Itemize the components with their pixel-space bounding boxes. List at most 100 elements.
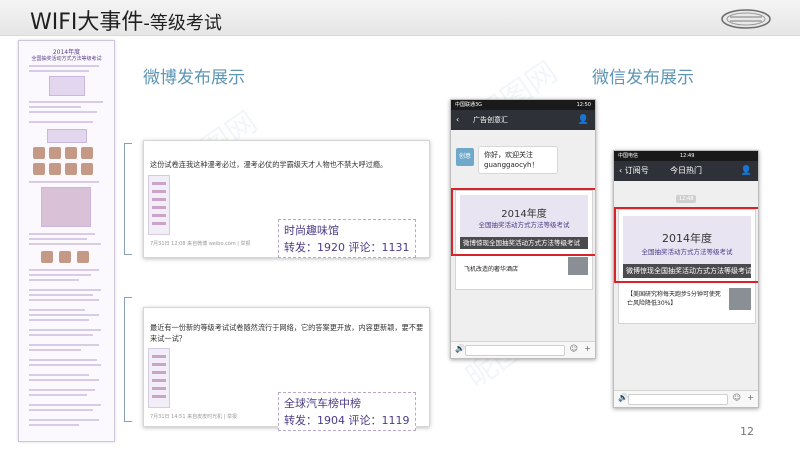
bracket-line [124, 143, 132, 255]
weibo-post-card[interactable]: 这份试卷连我这种漫考必过，漫考必仗的学霸级天才人物也不禁大呼过瘾。 7月31日 … [143, 140, 430, 258]
back-button[interactable]: ‹ 订阅号 [619, 161, 649, 181]
chat-nav-bar: ‹ 订阅号 今日热门 👤 [614, 161, 758, 181]
comment-count: 评论：1119 [348, 414, 410, 427]
text-line [29, 379, 99, 381]
page-number: 12 [740, 425, 754, 438]
back-label: 订阅号 [624, 166, 649, 175]
plus-icon[interactable]: + [747, 393, 754, 402]
comment-count: 评论：1131 [348, 241, 410, 254]
repost-count: 转发：1920 [284, 241, 345, 254]
image-block [49, 76, 85, 96]
article-thumb[interactable] [729, 288, 751, 310]
image-block [47, 129, 87, 143]
carrier-label: 中国联通3G [455, 102, 483, 108]
chat-title: 今日热门 [670, 166, 702, 175]
plus-icon[interactable]: + [584, 344, 591, 353]
text-line [29, 364, 101, 366]
text-line [29, 233, 95, 235]
text-line [29, 334, 93, 336]
status-bar: 中国电信 12:49 [614, 151, 758, 161]
text-line [29, 299, 99, 301]
text-line [29, 181, 99, 183]
source-account: 时尚趣味馆 [284, 224, 339, 237]
post-stats: 全球汽车榜中榜 转发：1904 评论：1119 [278, 392, 416, 431]
text-line [29, 309, 85, 311]
text-line [29, 344, 99, 346]
clock: 12:50 [576, 102, 591, 108]
text-line [29, 314, 99, 316]
avatar [49, 163, 61, 175]
source-account: 全球汽车榜中榜 [284, 397, 361, 410]
text-line [29, 409, 93, 411]
text-line [29, 238, 87, 240]
article-item[interactable]: 飞机改造的奢华酒店 [464, 265, 564, 274]
wechat-phone-left: 中国联通3G 12:50 ‹ 广告创意汇 👤 创意 你好，欢迎关注 guangg… [450, 99, 596, 359]
post-text: 这份试卷连我这种漫考必过，漫考必仗的学霸级天才人物也不禁大呼过瘾。 [150, 160, 388, 169]
slide-title: WIFI大事件-等级考试 [30, 4, 222, 36]
stat-line: 转发：1904 评论：1119 [284, 412, 410, 428]
highlight-frame [451, 188, 595, 256]
chat-input-bar: 🔊 ☺ + [451, 341, 595, 358]
avatar [33, 147, 45, 159]
text-line [29, 389, 95, 391]
post-stats: 时尚趣味馆 转发：1920 评论：1131 [278, 219, 416, 258]
avatar [77, 251, 89, 263]
text-line [29, 243, 101, 245]
text-line [29, 269, 99, 271]
post-image[interactable] [148, 175, 170, 235]
avatar [33, 163, 45, 175]
chat-bubble: 你好，欢迎关注 guanggaocyh！ [478, 146, 558, 174]
title-main: WIFI大事件 [30, 10, 144, 35]
weibo-section-title: 微博发布展示 [143, 68, 245, 88]
chat-input[interactable] [465, 345, 565, 356]
emoji-icon[interactable]: ☺ [733, 393, 741, 402]
text-line [29, 121, 93, 123]
emoji-icon[interactable]: ☺ [570, 344, 578, 353]
article-item[interactable]: 【美国研究称每天跑步5分钟可使死亡风险降低30%】 [627, 290, 725, 308]
carrier-label: 中国电信 [618, 153, 639, 159]
text-line [29, 419, 99, 421]
person-icon[interactable]: 👤 [578, 110, 589, 130]
text-line [29, 106, 81, 108]
avatar [41, 251, 53, 263]
image-block [41, 187, 91, 227]
avatar [81, 147, 93, 159]
post-text: 最近有一份新的等级考试试卷随然流行于网络，它的答案更开放，内容更新颖，要不要来试… [150, 323, 424, 343]
text-line [29, 65, 99, 67]
text-line [29, 289, 101, 291]
text-line [29, 279, 79, 281]
text-line [29, 101, 103, 103]
stat-line: 转发：1920 评论：1131 [284, 239, 410, 255]
voice-icon[interactable]: 🔊 [618, 393, 628, 402]
avatar [59, 251, 71, 263]
text-line [29, 394, 87, 396]
chat-title: 广告创意汇 [473, 116, 508, 124]
clock: 12:49 [680, 153, 695, 159]
account-avatar: 创意 [456, 148, 474, 166]
text-line [29, 404, 101, 406]
long-page-subtitle: 全国抽奖活动方式方法等级考试 [31, 56, 102, 62]
avatar [81, 163, 93, 175]
brand-logo-icon [721, 9, 771, 29]
title-sub: -等级考试 [143, 13, 222, 34]
highlight-frame [614, 207, 758, 283]
back-arrow-icon[interactable]: ‹ [456, 110, 459, 130]
chat-nav-bar: ‹ 广告创意汇 👤 [451, 110, 595, 130]
voice-icon[interactable]: 🔊 [455, 344, 465, 353]
time-label: 12:48 [676, 195, 697, 203]
text-line [29, 329, 101, 331]
text-line [29, 294, 93, 296]
post-image[interactable] [148, 348, 170, 408]
avatar [49, 147, 61, 159]
chat-input[interactable] [628, 394, 728, 405]
article-thumb[interactable] [568, 257, 588, 275]
person-icon[interactable]: 👤 [741, 161, 752, 181]
chat-input-bar: 🔊 ☺ + [614, 390, 758, 407]
avatar [65, 147, 77, 159]
text-line [29, 349, 81, 351]
weibo-post-card[interactable]: 最近有一份新的等级考试试卷随然流行于网络，它的答案更开放，内容更新颖，要不要来试… [143, 307, 430, 431]
text-line [29, 424, 79, 426]
text-line [29, 274, 91, 276]
bracket-line [124, 297, 132, 422]
avatar [65, 163, 77, 175]
